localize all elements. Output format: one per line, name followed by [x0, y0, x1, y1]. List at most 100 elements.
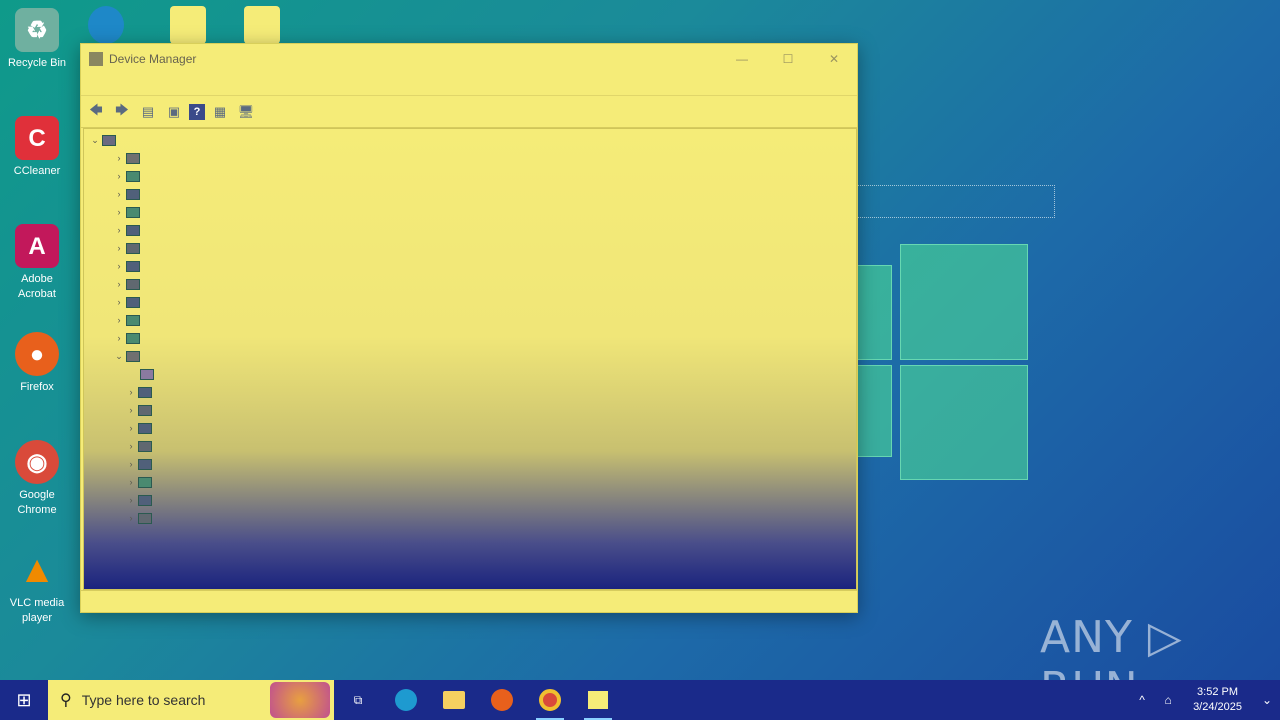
chevron-right-icon[interactable]: › — [124, 495, 138, 505]
help-icon[interactable]: ? — [189, 103, 205, 120]
back-arrow-icon[interactable]: 🡄 — [85, 101, 107, 123]
view-icon[interactable]: ▦ — [209, 101, 231, 123]
chevron-right-icon[interactable]: › — [112, 279, 126, 289]
tree-item[interactable]: › — [124, 419, 152, 437]
start-button[interactable]: ⊞ — [0, 680, 48, 720]
tree-item-expanded[interactable]: ⌄ — [112, 347, 140, 365]
tree-item[interactable]: › — [112, 275, 140, 293]
chevron-right-icon[interactable]: › — [112, 207, 126, 217]
tree-item[interactable]: › — [112, 257, 140, 275]
chevron-right-icon[interactable]: › — [112, 261, 126, 271]
scan-hardware-monitor-icon[interactable]: 🖥 — [235, 101, 257, 123]
network-icon[interactable]: ⌂ — [1155, 693, 1181, 707]
system-device-icon — [138, 494, 152, 506]
chevron-right-icon[interactable]: › — [112, 171, 126, 181]
chevron-down-icon[interactable]: ⌄ — [88, 135, 102, 146]
tree-item[interactable]: › — [112, 167, 140, 185]
desktop-icon-google-chrome[interactable]: ◉ Google Chrome — [4, 440, 70, 518]
tree-item[interactable]: › — [124, 455, 152, 473]
task-view-icon[interactable]: ⧉ — [334, 680, 382, 720]
desktop-icon-adobe-acrobat[interactable]: A Adobe Acrobat — [4, 224, 70, 302]
tree-item[interactable]: › — [124, 437, 152, 455]
notification-chevron-icon[interactable]: ⌄ — [1254, 693, 1280, 707]
print-queue-icon — [138, 404, 152, 416]
display-adapter-icon — [126, 206, 140, 218]
other-devices-icon — [126, 350, 140, 362]
close-button[interactable]: ✕ — [811, 44, 857, 74]
chevron-right-icon[interactable]: › — [112, 333, 126, 343]
chevron-right-icon[interactable]: › — [112, 153, 126, 163]
mouse-icon — [126, 296, 140, 308]
desktop-icon-label: Firefox — [20, 381, 54, 393]
tree-item[interactable]: › — [112, 149, 140, 167]
chevron-right-icon[interactable]: › — [112, 225, 126, 235]
properties-icon[interactable]: ▤ — [137, 101, 159, 123]
update-driver-icon[interactable]: ▣ — [163, 101, 185, 123]
desktop-icon-firefox[interactable]: ● Firefox — [4, 332, 70, 395]
tree-item[interactable]: › — [124, 473, 152, 491]
tree-item[interactable]: › — [124, 509, 152, 527]
tree-item[interactable]: › — [112, 329, 140, 347]
tree-subitem[interactable] — [140, 365, 154, 383]
menu-bar[interactable] — [81, 74, 857, 96]
chevron-right-icon[interactable]: › — [112, 243, 126, 253]
device-manager-app-icon — [89, 52, 103, 66]
tree-item[interactable]: › — [124, 491, 152, 509]
tree-item[interactable]: › — [112, 293, 140, 311]
chevron-right-icon[interactable]: › — [112, 315, 126, 325]
maximize-button[interactable]: ☐ — [765, 44, 811, 74]
chevron-right-icon[interactable]: › — [112, 189, 126, 199]
taskbar: ⊞ ⚲ Type here to search ⧉ ^ ⌂ 3:52 PM 3/… — [0, 680, 1280, 720]
clock-date: 3/24/2025 — [1193, 701, 1242, 713]
device-manager-window[interactable]: Device Manager — ☐ ✕ 🡄 🡆 ▤ ▣ ? ▦ 🖥 ⌄ › ›… — [80, 43, 858, 613]
tree-item[interactable]: › — [112, 203, 140, 221]
chevron-right-icon[interactable]: › — [124, 441, 138, 451]
chevron-right-icon[interactable]: › — [124, 387, 138, 397]
firefox-taskbar-icon[interactable] — [478, 680, 526, 720]
file-shortcut-2-icon[interactable] — [244, 6, 280, 44]
status-bar — [81, 590, 857, 612]
tree-item[interactable]: › — [112, 185, 140, 203]
search-highlight-art-icon[interactable] — [270, 682, 330, 718]
network-adapter-icon — [126, 332, 140, 344]
computer-device-icon — [126, 170, 140, 182]
port-icon — [138, 386, 152, 398]
unknown-device-warning-icon — [140, 368, 154, 380]
tree-item[interactable]: › — [112, 239, 140, 257]
vlc-icon: ▲ — [18, 548, 56, 591]
computer-icon — [102, 134, 116, 146]
device-manager-taskbar-icon[interactable] — [574, 680, 622, 720]
window-titlebar[interactable]: Device Manager — ☐ ✕ — [81, 44, 857, 74]
desktop-icon-label: Recycle Bin — [7, 57, 67, 69]
chevron-right-icon[interactable]: › — [124, 477, 138, 487]
desktop-icon-ccleaner[interactable]: C CCleaner — [4, 116, 70, 179]
search-box[interactable]: ⚲ Type here to search — [48, 680, 334, 720]
edge-shortcut-icon[interactable] — [88, 6, 124, 44]
desktop-icon-recycle-bin[interactable]: ♻ Recycle Bin — [4, 8, 70, 71]
tree-root[interactable]: ⌄ — [88, 131, 116, 149]
minimize-button[interactable]: — — [719, 44, 765, 74]
tree-item[interactable]: › — [124, 401, 152, 419]
software-device-icon — [138, 440, 152, 452]
chevron-right-icon[interactable]: › — [124, 423, 138, 433]
desktop-icon-label: CCleaner — [13, 165, 61, 177]
forward-arrow-icon[interactable]: 🡆 — [111, 101, 133, 123]
edge-taskbar-icon[interactable] — [382, 680, 430, 720]
tree-item[interactable]: › — [124, 383, 152, 401]
desktop-icon-vlc[interactable]: ▲ VLC media player — [4, 548, 70, 626]
chrome-taskbar-icon[interactable] — [526, 680, 574, 720]
chevron-right-icon[interactable]: › — [124, 513, 138, 523]
ide-controller-icon — [126, 260, 140, 272]
chevron-right-icon[interactable]: › — [112, 297, 126, 307]
clock[interactable]: 3:52 PM 3/24/2025 — [1181, 685, 1254, 715]
tree-item[interactable]: › — [112, 311, 140, 329]
device-tree[interactable]: ⌄ › › › › › › › › › › › ⌄ › › › › › › › … — [83, 128, 857, 590]
audio-device-icon — [126, 152, 140, 164]
chevron-right-icon[interactable]: › — [124, 405, 138, 415]
file-shortcut-icon[interactable] — [170, 6, 206, 44]
chevron-right-icon[interactable]: › — [124, 459, 138, 469]
tray-overflow-chevron-icon[interactable]: ^ — [1129, 693, 1155, 707]
file-explorer-taskbar-icon[interactable] — [430, 680, 478, 720]
chevron-down-icon[interactable]: ⌄ — [112, 351, 126, 362]
tree-item[interactable]: › — [112, 221, 140, 239]
